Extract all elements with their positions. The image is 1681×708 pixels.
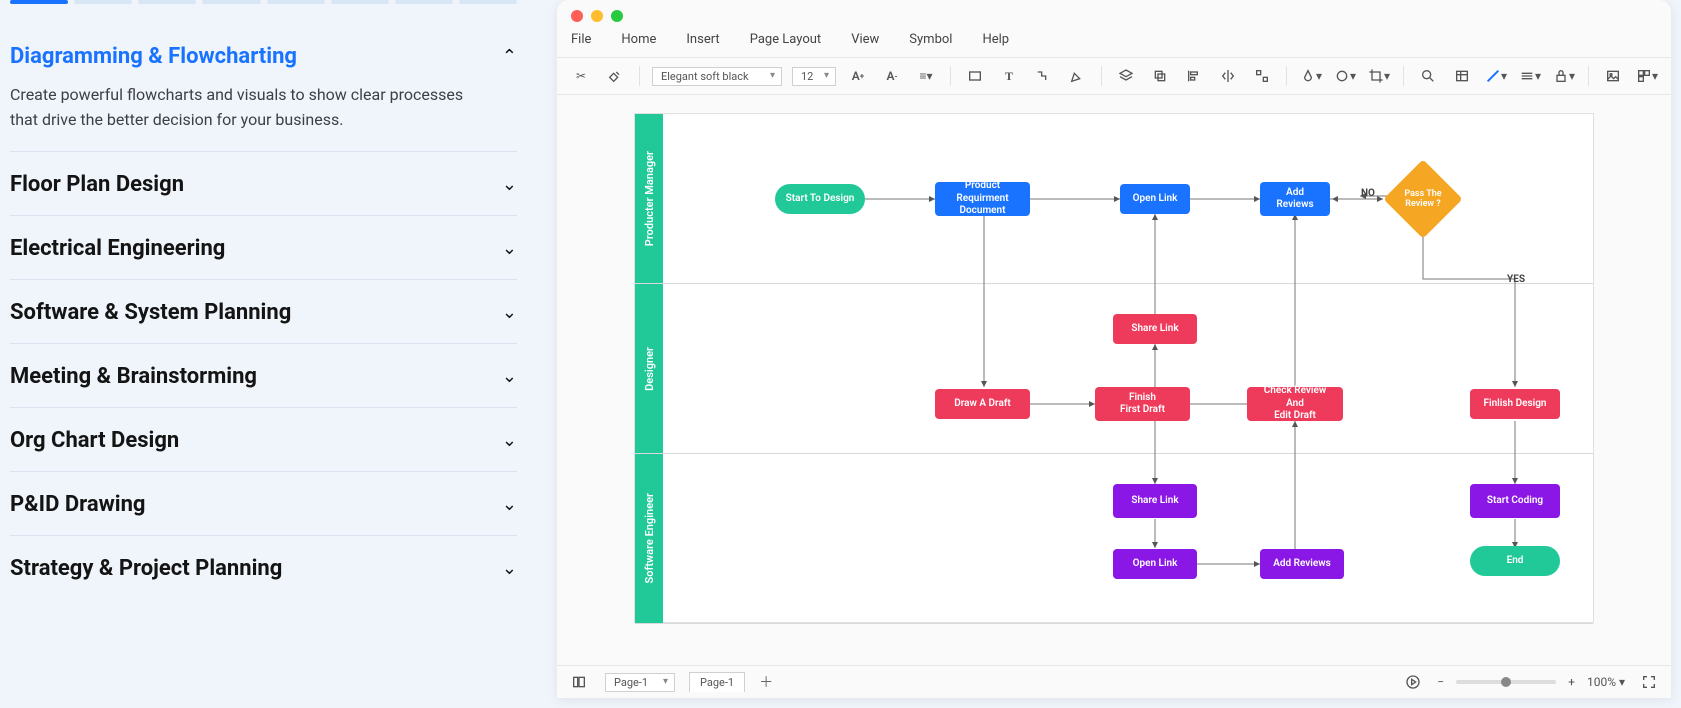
zoom-in-button[interactable]: +: [1568, 675, 1575, 689]
accordion-title: Org Chart Design: [10, 428, 179, 453]
node-add-reviews-pm[interactable]: AddReviews: [1260, 182, 1330, 216]
layers-icon[interactable]: [1114, 64, 1138, 88]
chevron-down-icon: ⌄: [502, 430, 517, 451]
node-decision[interactable]: Pass TheReview ?: [1383, 159, 1462, 238]
line-style-icon[interactable]: ▾: [1518, 64, 1542, 88]
app-window: File Home Insert Page Layout View Symbol…: [557, 0, 1671, 698]
node-share-link-designer[interactable]: Share Link: [1113, 314, 1197, 344]
accordion-item-electrical[interactable]: Electrical Engineering ⌄: [10, 216, 517, 280]
lock-icon[interactable]: ▾: [1552, 64, 1576, 88]
presentation-icon[interactable]: [1401, 670, 1425, 694]
node-requirement-doc[interactable]: Product RequirmentDocument: [935, 182, 1030, 216]
image-icon[interactable]: [1601, 64, 1625, 88]
accordion-item-diagramming[interactable]: Diagramming & Flowcharting ⌃ Create powe…: [10, 24, 517, 152]
layout-grid-icon[interactable]: ▾: [1635, 64, 1659, 88]
chevron-down-icon: ⌄: [502, 366, 517, 387]
node-end[interactable]: End: [1470, 546, 1560, 576]
accordion-item-org-chart[interactable]: Org Chart Design ⌄: [10, 408, 517, 472]
rectangle-tool-icon[interactable]: [963, 64, 987, 88]
swimlane-diagram[interactable]: Producter Manager Designer Software Engi…: [634, 113, 1594, 623]
lane-label-pm: Producter Manager: [635, 114, 663, 283]
accordion-item-floor-plan[interactable]: Floor Plan Design ⌄: [10, 152, 517, 216]
crop-icon[interactable]: ▾: [1367, 64, 1391, 88]
pen-tool-icon[interactable]: [1065, 64, 1089, 88]
accordion-item-pid[interactable]: P&ID Drawing ⌄: [10, 472, 517, 536]
minimize-window-icon[interactable]: [591, 10, 603, 22]
fill-color-icon[interactable]: ▾: [1299, 64, 1323, 88]
accordion-title: Strategy & Project Planning: [10, 556, 282, 581]
accordion-item-software-planning[interactable]: Software & System Planning ⌄: [10, 280, 517, 344]
align-objects-icon[interactable]: [1182, 64, 1206, 88]
menu-file[interactable]: File: [571, 32, 591, 47]
node-draw-draft[interactable]: Draw A Draft: [935, 389, 1030, 419]
lane-label-engineer: Software Engineer: [635, 454, 663, 623]
accordion-title: Meeting & Brainstorming: [10, 364, 257, 389]
chevron-down-icon: ⌄: [502, 174, 517, 195]
accordion-item-strategy[interactable]: Strategy & Project Planning ⌄: [10, 536, 517, 599]
zoom-slider[interactable]: [1456, 680, 1556, 684]
menu-bar: File Home Insert Page Layout View Symbol…: [557, 28, 1671, 58]
fullscreen-icon[interactable]: [1637, 670, 1661, 694]
chevron-up-icon: ⌃: [502, 46, 517, 67]
accordion-body: Create powerful flowcharts and visuals t…: [10, 83, 470, 133]
font-select[interactable]: Elegant soft black: [652, 67, 782, 86]
node-finish-first-draft[interactable]: FinishFirst Draft: [1095, 387, 1190, 421]
node-open-link-pm[interactable]: Open Link: [1120, 184, 1190, 214]
accordion-title: P&ID Drawing: [10, 492, 146, 517]
connector-tool-icon[interactable]: [1031, 64, 1055, 88]
zoom-out-button[interactable]: −: [1437, 675, 1444, 689]
node-start-coding[interactable]: Start Coding: [1470, 484, 1560, 518]
menu-symbol[interactable]: Symbol: [909, 32, 952, 47]
paint-format-icon[interactable]: [603, 64, 627, 88]
node-add-reviews-eng[interactable]: Add Reviews: [1260, 549, 1344, 579]
close-window-icon[interactable]: [571, 10, 583, 22]
edge-label-no: NO: [1361, 188, 1375, 199]
node-check-review[interactable]: Check Review AndEdit Draft: [1247, 387, 1343, 421]
status-bar: Page-1 Page-1 ＋ − + 100% ▾: [557, 665, 1671, 698]
decrease-font-icon[interactable]: A-: [880, 64, 904, 88]
line-color-icon[interactable]: ▾: [1484, 64, 1508, 88]
window-traffic-lights: [557, 0, 1671, 28]
chevron-down-icon: ⌄: [502, 494, 517, 515]
group-icon[interactable]: [1148, 64, 1172, 88]
menu-view[interactable]: View: [851, 32, 879, 47]
table-icon[interactable]: [1450, 64, 1474, 88]
text-tool-icon[interactable]: T: [997, 64, 1021, 88]
accordion-title: Floor Plan Design: [10, 172, 184, 197]
shape-style-icon[interactable]: ▾: [1333, 64, 1357, 88]
align-icon[interactable]: ≡▾: [914, 64, 938, 88]
menu-page-layout[interactable]: Page Layout: [750, 32, 822, 47]
edge-label-yes: YES: [1507, 274, 1525, 285]
page-select[interactable]: Page-1: [605, 673, 675, 692]
font-size-select[interactable]: 12: [792, 67, 836, 86]
menu-home[interactable]: Home: [621, 32, 656, 47]
accordion-title: Software & System Planning: [10, 300, 291, 325]
page-tab[interactable]: Page-1: [689, 672, 745, 692]
toolbar: ✂ Elegant soft black 12 A+ A- ≡▾ T ▾ ▾ ▾: [557, 58, 1671, 95]
cut-icon[interactable]: ✂: [569, 64, 593, 88]
maximize-window-icon[interactable]: [611, 10, 623, 22]
search-icon[interactable]: [1416, 64, 1440, 88]
node-finish-design[interactable]: Finlish Design: [1470, 389, 1560, 419]
distribute-icon[interactable]: [1250, 64, 1274, 88]
accordion-title: Electrical Engineering: [10, 236, 225, 261]
zoom-value[interactable]: 100% ▾: [1587, 675, 1625, 689]
menu-help[interactable]: Help: [982, 32, 1009, 47]
canvas-area[interactable]: Producter Manager Designer Software Engi…: [557, 95, 1671, 665]
progress-bar: [10, 0, 517, 4]
increase-font-icon[interactable]: A+: [846, 64, 870, 88]
menu-insert[interactable]: Insert: [686, 32, 719, 47]
node-share-link-eng[interactable]: Share Link: [1113, 484, 1197, 518]
chevron-down-icon: ⌄: [502, 558, 517, 579]
accordion-item-meeting[interactable]: Meeting & Brainstorming ⌄: [10, 344, 517, 408]
add-page-button[interactable]: ＋: [759, 672, 773, 692]
lane-label-designer: Designer: [635, 284, 663, 453]
chevron-down-icon: ⌄: [502, 238, 517, 259]
pages-panel-icon[interactable]: [567, 670, 591, 694]
node-open-link-eng[interactable]: Open Link: [1113, 549, 1197, 579]
flip-icon[interactable]: [1216, 64, 1240, 88]
node-start[interactable]: Start To Design: [775, 184, 865, 214]
chevron-down-icon: ⌄: [502, 302, 517, 323]
accordion-title: Diagramming & Flowcharting: [10, 44, 297, 69]
